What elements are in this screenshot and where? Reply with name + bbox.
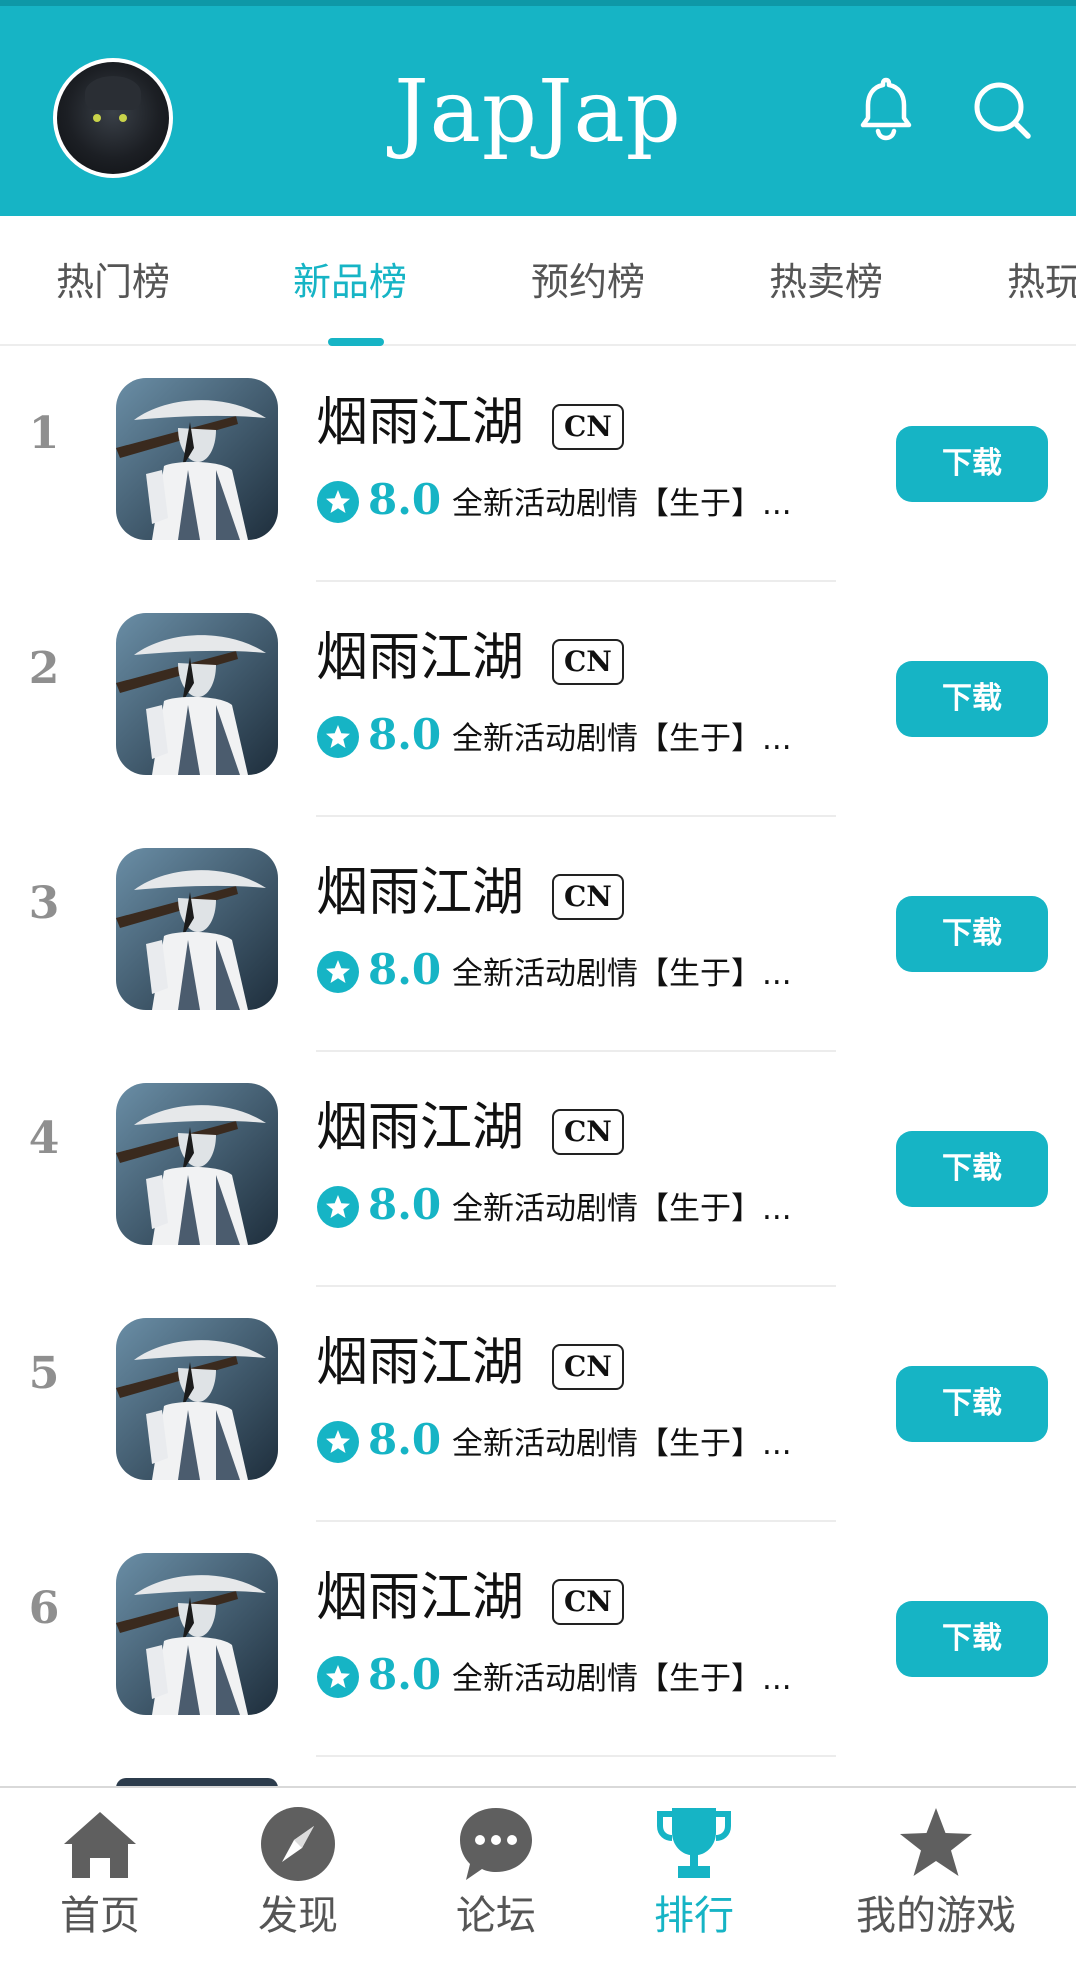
- search-icon[interactable]: [970, 74, 1034, 144]
- rank-number: 1: [28, 408, 60, 459]
- nav-label: 我的游戏: [856, 1893, 1016, 1939]
- list-item[interactable]: 1 烟雨江湖 CN 8.0 全新活动剧情【生于】... 下载: [0, 348, 1076, 583]
- game-title: 烟雨江湖: [316, 1568, 525, 1628]
- download-button[interactable]: 下载: [896, 1601, 1048, 1677]
- rating-score: 8.0: [368, 475, 442, 524]
- compass-icon: [261, 1807, 335, 1881]
- rating-star-icon: [317, 1186, 359, 1228]
- app-header: JapJap: [0, 0, 1076, 216]
- chat-bubble-icon: [460, 1808, 532, 1880]
- game-title: 烟雨江湖: [316, 628, 525, 688]
- nav-ranking[interactable]: 排行: [594, 1804, 794, 1954]
- divider: [316, 1050, 836, 1052]
- game-icon[interactable]: [116, 1318, 278, 1480]
- rating-score: 8.0: [368, 945, 442, 994]
- game-description: 全新活动剧情【生于】...: [452, 1426, 792, 1462]
- list-item[interactable]: 5 烟雨江湖 CN 8.0 全新活动剧情【生于】... 下载: [0, 1288, 1076, 1523]
- rating-score: 8.0: [368, 710, 442, 759]
- rating-star-icon: [317, 1421, 359, 1463]
- game-description: 全新活动剧情【生于】...: [452, 956, 792, 992]
- rating-star-icon: [317, 716, 359, 758]
- game-description: 全新活动剧情【生于】...: [452, 486, 792, 522]
- game-description: 全新活动剧情【生于】...: [452, 1661, 792, 1697]
- rating-star-icon: [317, 951, 359, 993]
- rank-number: 3: [28, 878, 60, 929]
- download-button[interactable]: 下载: [896, 661, 1048, 737]
- nav-label: 排行: [654, 1893, 734, 1939]
- rating-score: 8.0: [368, 1415, 442, 1464]
- list-item[interactable]: 4 烟雨江湖 CN 8.0 全新活动剧情【生于】... 下载: [0, 1053, 1076, 1288]
- active-tab-indicator: [328, 338, 384, 346]
- region-badge: CN: [552, 874, 624, 920]
- divider: [316, 1285, 836, 1287]
- status-strip: [0, 0, 1076, 6]
- app-screen: JapJap 热门榜 新品榜 预约榜 热卖榜 热玩 1 烟雨江湖 CN 8.0 …: [0, 0, 1076, 1965]
- download-button[interactable]: 下载: [896, 896, 1048, 972]
- rating-star-icon: [317, 1656, 359, 1698]
- nav-discover[interactable]: 发现: [198, 1804, 398, 1954]
- divider: [316, 1520, 836, 1522]
- game-icon[interactable]: [116, 378, 278, 540]
- rank-number: 4: [28, 1113, 60, 1164]
- tab-reservation[interactable]: 预约榜: [531, 252, 645, 312]
- bottom-navigation: 首页 发现 论坛 排行 我的游戏: [0, 1786, 1076, 1965]
- rating-star-icon: [317, 481, 359, 523]
- tab-hot-play[interactable]: 热玩: [1007, 252, 1076, 312]
- region-badge: CN: [552, 1579, 624, 1625]
- rank-number: 2: [28, 643, 60, 694]
- region-badge: CN: [552, 404, 624, 450]
- list-item[interactable]: 2 烟雨江湖 CN 8.0 全新活动剧情【生于】... 下载: [0, 583, 1076, 818]
- tab-new[interactable]: 新品榜: [293, 252, 407, 312]
- divider: [316, 815, 836, 817]
- ranking-tabs: 热门榜 新品榜 预约榜 热卖榜 热玩: [0, 216, 1076, 346]
- region-badge: CN: [552, 639, 624, 685]
- game-title: 烟雨江湖: [316, 1333, 525, 1393]
- home-icon: [64, 1812, 136, 1878]
- user-avatar[interactable]: [53, 58, 173, 178]
- region-badge: CN: [552, 1344, 624, 1390]
- tab-hot[interactable]: 热门榜: [56, 252, 170, 312]
- game-title: 烟雨江湖: [316, 393, 525, 453]
- game-icon[interactable]: [116, 848, 278, 1010]
- rank-number: 6: [28, 1583, 60, 1634]
- bell-icon[interactable]: [854, 74, 918, 144]
- divider: [316, 580, 836, 582]
- region-badge: CN: [552, 1109, 624, 1155]
- game-icon[interactable]: [116, 1083, 278, 1245]
- star-icon: [900, 1808, 972, 1876]
- nav-home[interactable]: 首页: [0, 1804, 200, 1954]
- rating-score: 8.0: [368, 1180, 442, 1229]
- list-item[interactable]: 6 烟雨江湖 CN 8.0 全新活动剧情【生于】... 下载: [0, 1523, 1076, 1758]
- game-title: 烟雨江湖: [316, 1098, 525, 1158]
- game-description: 全新活动剧情【生于】...: [452, 1191, 792, 1227]
- nav-label: 论坛: [456, 1893, 536, 1939]
- list-item[interactable]: 3 烟雨江湖 CN 8.0 全新活动剧情【生于】... 下载: [0, 818, 1076, 1053]
- nav-label: 发现: [258, 1893, 338, 1939]
- nav-forum[interactable]: 论坛: [396, 1804, 596, 1954]
- rating-score: 8.0: [368, 1650, 442, 1699]
- game-title: 烟雨江湖: [316, 863, 525, 923]
- download-button[interactable]: 下载: [896, 1366, 1048, 1442]
- avatar-image: [57, 62, 169, 174]
- download-button[interactable]: 下载: [896, 1131, 1048, 1207]
- nav-my-games[interactable]: 我的游戏: [836, 1804, 1036, 1954]
- nav-label: 首页: [60, 1893, 140, 1939]
- tab-bestselling[interactable]: 热卖榜: [769, 252, 883, 312]
- app-title: JapJap: [394, 62, 682, 162]
- divider: [316, 1755, 836, 1757]
- game-description: 全新活动剧情【生于】...: [452, 721, 792, 757]
- game-icon[interactable]: [116, 613, 278, 775]
- trophy-icon: [657, 1808, 731, 1878]
- download-button[interactable]: 下载: [896, 426, 1048, 502]
- rank-number: 5: [28, 1348, 60, 1399]
- game-icon[interactable]: [116, 1553, 278, 1715]
